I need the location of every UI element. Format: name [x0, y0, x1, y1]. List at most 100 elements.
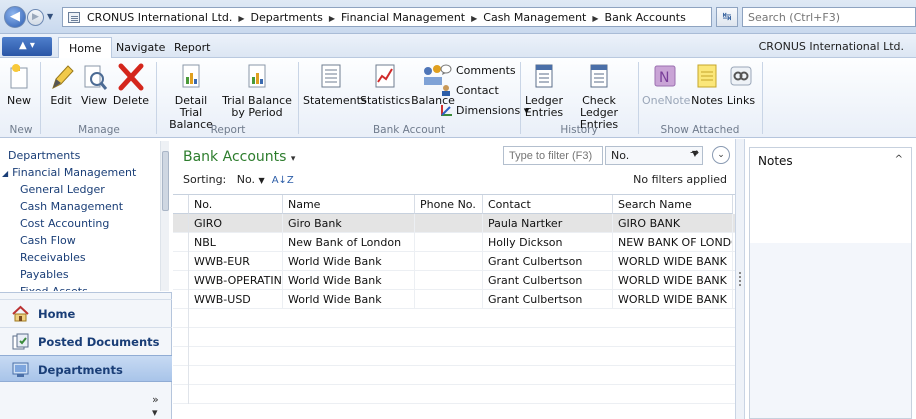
- row-selector[interactable]: [173, 252, 189, 271]
- ledger-entries-button[interactable]: Ledger Entries: [524, 62, 564, 119]
- tab-report[interactable]: Report: [164, 37, 220, 58]
- comments-button[interactable]: Comments: [440, 64, 516, 77]
- row-selector[interactable]: [173, 271, 189, 290]
- statements-button[interactable]: Statements: [303, 62, 367, 107]
- table-row[interactable]: WWB-EUR World Wide Bank Grant Culbertson…: [173, 252, 735, 271]
- tree-item-cash-flow[interactable]: Cash Flow: [20, 234, 76, 247]
- group-label: New: [9, 124, 33, 136]
- scrollbar-thumb[interactable]: [162, 151, 169, 211]
- filter-status: No filters applied: [633, 173, 727, 186]
- edit-button[interactable]: Edit: [46, 62, 76, 107]
- new-button[interactable]: New: [4, 62, 34, 107]
- notes-button[interactable]: Notes: [690, 62, 724, 107]
- breadcrumb-item[interactable]: Departments: [251, 11, 323, 24]
- expand-filter-icon[interactable]: ⌄: [712, 146, 730, 164]
- collapse-caret-icon[interactable]: ^: [895, 154, 903, 165]
- tree-item-payables[interactable]: Payables: [20, 268, 69, 281]
- factbox-pane: Notes ^: [745, 139, 916, 419]
- column-header-name[interactable]: Name: [283, 195, 415, 214]
- home-icon: [12, 305, 29, 322]
- row-selector[interactable]: [173, 233, 189, 252]
- tree-item-cost-accounting[interactable]: Cost Accounting: [20, 217, 109, 230]
- tree-item-fixed-assets[interactable]: Fixed Assets: [20, 285, 88, 291]
- page-icon: [68, 12, 80, 23]
- breadcrumb-item[interactable]: Cash Management: [483, 11, 586, 24]
- breadcrumb-arrow-icon: ▶: [238, 14, 245, 23]
- detail-trial-balance-button[interactable]: Detail Trial Balance: [162, 62, 220, 131]
- notes-factbox: Notes ^: [749, 147, 912, 419]
- breadcrumb-item[interactable]: CRONUS International Ltd.: [87, 11, 232, 24]
- delete-button[interactable]: Delete: [112, 62, 150, 107]
- contact-button[interactable]: Contact: [440, 84, 499, 97]
- sort-ascending-icon[interactable]: A↓Z: [272, 175, 294, 186]
- filter-input[interactable]: [503, 146, 603, 165]
- svg-text:N: N: [659, 70, 669, 86]
- view-button[interactable]: View: [78, 62, 110, 107]
- cell-search-name: WORLD WIDE BANK: [613, 271, 733, 290]
- table-row[interactable]: WWB-OPERATING World Wide Bank Grant Culb…: [173, 271, 735, 290]
- empty-row: [173, 309, 735, 328]
- tree-item-financial-management[interactable]: ◢ Financial Management: [2, 166, 136, 179]
- group-label: History: [560, 124, 598, 136]
- cell-search-name: GIRO BANK: [613, 214, 733, 233]
- row-selector: [173, 385, 189, 404]
- application-menu-button[interactable]: ▲ ▾: [2, 37, 52, 56]
- breadcrumb[interactable]: CRONUS International Ltd. ▶ Departments ▶ Fi…: [62, 7, 712, 27]
- column-header-search-name[interactable]: Search Name: [613, 195, 733, 214]
- refresh-icon[interactable]: ↹: [716, 7, 738, 27]
- sorting-bar: Sorting: No. ▼ A↓Z: [183, 173, 294, 186]
- nav-home[interactable]: Home: [0, 299, 172, 326]
- column-header-no[interactable]: No.: [189, 195, 283, 214]
- splitter-grip-icon[interactable]: [739, 272, 741, 286]
- nav-posted-documents[interactable]: Posted Documents: [0, 327, 172, 354]
- pane-splitter[interactable]: [735, 139, 745, 419]
- table-row[interactable]: GIRO Giro Bank Paula Nartker GIRO BANK: [173, 214, 735, 233]
- cell-no: WWB-USD: [189, 290, 283, 309]
- search-input[interactable]: [742, 7, 916, 27]
- links-button[interactable]: Links: [726, 62, 756, 107]
- bank-accounts-grid: No. Name Phone No. Contact Search Name G…: [173, 194, 735, 419]
- table-row[interactable]: WWB-USD World Wide Bank Grant Culbertson…: [173, 290, 735, 309]
- cell-phone-no: [415, 252, 483, 271]
- sorting-field-select[interactable]: No. ▼: [237, 173, 265, 186]
- row-selector: [173, 366, 189, 385]
- cell-contact: Holly Dickson: [483, 233, 613, 252]
- collapse-triangle-icon[interactable]: ◢: [2, 169, 8, 178]
- tab-home[interactable]: Home: [58, 37, 113, 59]
- tree-item-departments[interactable]: Departments: [8, 149, 80, 162]
- trial-balance-by-period-button[interactable]: Trial Balance by Period: [222, 62, 292, 119]
- breadcrumb-item[interactable]: Financial Management: [341, 11, 465, 24]
- breadcrumb-arrow-icon: ▶: [592, 14, 599, 23]
- page-title[interactable]: Bank Accounts ▾: [183, 149, 295, 165]
- tree-item-general-ledger[interactable]: General Ledger: [20, 183, 105, 196]
- more-buttons-icon[interactable]: » ▾: [152, 393, 159, 419]
- row-selector[interactable]: [173, 214, 189, 233]
- chevron-down-icon: ▼: [258, 176, 265, 185]
- onenote-button[interactable]: N OneNote: [642, 62, 690, 107]
- breadcrumb-item[interactable]: Bank Accounts: [605, 11, 686, 24]
- nav-departments[interactable]: Departments: [0, 355, 172, 382]
- empty-row: [173, 347, 735, 366]
- dimensions-dropdown[interactable]: Dimensions ▾: [440, 104, 529, 117]
- table-row[interactable]: NBL New Bank of London Holly Dickson NEW…: [173, 233, 735, 252]
- statistics-button[interactable]: Statistics: [360, 62, 410, 107]
- history-dropdown-icon[interactable]: ▼: [47, 12, 57, 22]
- filter-field-select[interactable]: No. ▼: [605, 146, 703, 165]
- apply-filter-icon[interactable]: →: [690, 146, 706, 165]
- breadcrumb-arrow-icon: ▶: [328, 14, 335, 23]
- ledger-icon: [530, 62, 558, 92]
- column-header-contact[interactable]: Contact: [483, 195, 613, 214]
- forward-icon[interactable]: ▶: [27, 9, 44, 26]
- column-header-phone-no[interactable]: Phone No.: [415, 195, 483, 214]
- ribbon-tabs: ▲ ▾ Home Navigate Report CRONUS Internat…: [0, 34, 916, 59]
- chevron-down-icon: ▾: [290, 154, 296, 164]
- cell-search-name: WORLD WIDE BANK: [613, 290, 733, 309]
- cell-contact: Grant Culbertson: [483, 290, 613, 309]
- check-ledger-entries-button[interactable]: Check Ledger Entries: [566, 62, 632, 131]
- tree-item-cash-management[interactable]: Cash Management: [20, 200, 123, 213]
- empty-row: [173, 385, 735, 404]
- tree-scrollbar[interactable]: [160, 141, 169, 291]
- tree-item-receivables[interactable]: Receivables: [20, 251, 86, 264]
- back-icon[interactable]: ◀: [4, 6, 26, 28]
- row-selector[interactable]: [173, 290, 189, 309]
